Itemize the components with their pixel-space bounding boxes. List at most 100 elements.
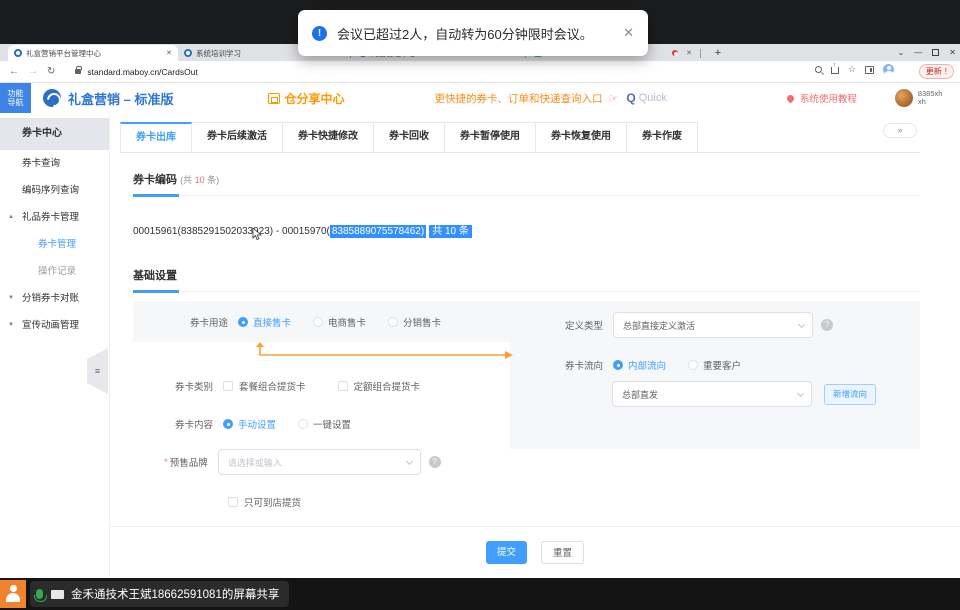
count-open: (共 [180,175,195,185]
reload-icon[interactable]: ↻ [47,66,55,77]
tab-card-suspend[interactable]: 券卡暂停使用 [445,122,536,152]
urlbar-actions: ☆ [815,64,894,75]
sidebar-item-gift-card-management[interactable]: ▲ 礼品券卡管理 [0,204,109,231]
sidebar-item-distribution-reconciliation[interactable]: ▼ 分销券卡对账 [0,285,109,312]
checkbox-store-pickup-only[interactable] [228,497,238,507]
card-content-label: 券卡内容 [175,417,213,431]
address-bar[interactable]: standard.maboy.cn/CardsOut [67,64,757,79]
tab-close-icon[interactable]: ✕ [166,49,172,57]
checkbox-label-package-combo[interactable]: 套餐组合提货卡 [239,379,306,393]
sidebar-item-label: 宣传动画管理 [22,320,79,331]
screen-share-icon [51,590,64,599]
browser-update-button[interactable]: 更新 ! [919,64,954,79]
define-type-select[interactable]: 总部直接定义激活 [613,312,813,338]
sidebar-item-code-sequence-query[interactable]: 编码序列查询 [0,177,109,204]
new-tab-button[interactable]: + [711,46,725,60]
define-type-label: 定义类型 [565,318,603,332]
user-avatar[interactable] [895,89,913,107]
sidebar-collapse-handle[interactable]: ≡ [87,348,108,394]
bookmark-star-icon[interactable]: ☆ [848,64,856,75]
sidebar-item-card-query[interactable]: 券卡查询 [0,150,109,177]
presale-brand-select[interactable]: 请选择或输入 [218,449,421,475]
radio-label-direct-sale[interactable]: 直接售卡 [253,315,291,329]
card-category-label: 券卡类别 [175,379,213,393]
hamburger-icon: ≡ [95,366,100,376]
help-icon[interactable]: ? [429,456,441,468]
app-page: 功能 导航 礼盒营销 – 标准版 仓分享中心 更快捷的券卡、订单和快递查询入口 … [0,83,960,578]
checkbox-fixed-combo-card[interactable] [338,381,348,391]
browser-tab-title: 礼盒营销平台管理中心 [26,48,162,59]
code-count-badge: 共 10 条 [429,225,472,238]
checkbox-label-fixed-combo[interactable]: 定额组合提货卡 [354,379,421,393]
sidebar-item-card-management[interactable]: 券卡管理 [0,231,109,258]
presale-brand-label: 预售品牌 [170,455,208,469]
chevron-down-icon [797,390,804,397]
add-flow-button[interactable]: 新增流向 [824,384,876,405]
tab-card-recycle[interactable]: 券卡回收 [374,122,445,152]
participant-icon[interactable] [0,580,26,608]
radio-distribution-sale[interactable] [388,317,398,327]
submit-button[interactable]: 提交 [486,541,527,564]
window-close-icon[interactable]: ✕ [949,48,956,57]
sidebar-item-promo-animation[interactable]: ▼ 宣传动画管理 [0,312,109,339]
lock-icon [75,69,81,74]
radio-label-important-customer[interactable]: 重要客户 [703,358,741,372]
screen-share-bar: 金禾通技术王斌18662591081的屏幕共享 [0,578,960,610]
app-logo-icon [43,89,61,107]
minimize-icon[interactable]: — [914,48,922,57]
sidebar-item-operation-log[interactable]: 操作记录 [0,258,109,285]
maximize-icon[interactable] [932,49,939,56]
warehouse-share-center-link[interactable]: 仓分享中心 [268,90,344,107]
browser-tab-1[interactable]: 礼盒营销平台管理中心 ✕ [8,45,178,61]
radio-label-one-click-setting[interactable]: 一键设置 [313,417,351,431]
quick-search-icon[interactable]: Q [626,91,635,105]
reset-button[interactable]: 重置 [541,541,584,564]
radio-internal-flow[interactable] [613,360,623,370]
zoom-icon[interactable] [815,66,822,73]
tab-divider [700,49,701,58]
radio-direct-sale[interactable] [238,317,248,327]
radio-label-manual-setting[interactable]: 手动设置 [238,417,276,431]
radio-label-ecommerce-sale[interactable]: 电商售卡 [328,315,366,329]
toast-close-icon[interactable]: ✕ [623,25,634,41]
info-icon: ! [312,26,327,41]
microphone-icon[interactable] [36,589,43,599]
card-flow-label: 券卡流向 [565,358,603,372]
tab-card-resume[interactable]: 券卡恢复使用 [536,122,627,152]
radio-important-customer[interactable] [688,360,698,370]
card-flow-select[interactable]: 总部直发 [612,381,812,407]
tab-card-later-activation[interactable]: 券卡后续激活 [192,122,283,152]
sidebar-item-label: 分销券卡对账 [22,293,79,304]
radio-ecommerce-sale[interactable] [313,317,323,327]
back-icon[interactable]: ← [9,66,19,77]
user-name[interactable]: 8385xh xh [918,90,943,107]
chevron-down-icon [406,458,413,465]
tab-card-outbound[interactable]: 券卡出库 [120,122,192,152]
count-value: 10 [195,175,205,185]
warehouse-icon [268,93,280,104]
forward-icon[interactable]: → [28,66,38,77]
flow-connector-arrow [253,342,515,360]
tab-close-icon[interactable]: ✕ [686,49,692,57]
tab-card-void[interactable]: 券卡作废 [627,122,698,152]
checkbox-label-store-pickup-only[interactable]: 只可到店提货 [244,495,301,509]
card-content-row: 券卡内容 手动设置 一键设置 [175,417,373,431]
radio-label-distribution-sale[interactable]: 分销售卡 [403,315,441,329]
tab-card-quick-edit[interactable]: 券卡快捷修改 [283,122,374,152]
share-status-pill: 金禾通技术王斌18662591081的屏幕共享 [30,581,289,607]
radio-manual-setting[interactable] [223,419,233,429]
side-panel-icon[interactable] [865,66,874,74]
tutorial-link[interactable]: 系统使用教程 [800,91,857,105]
radio-label-internal-flow[interactable]: 内部流向 [628,358,666,372]
share-center-label: 仓分享中心 [284,90,344,107]
share-icon[interactable] [831,67,839,74]
function-nav-toggle[interactable]: 功能 导航 [0,83,31,113]
tab-search-icon[interactable]: ⌄ [898,48,905,57]
browser-profile-avatar[interactable] [883,64,894,75]
radio-one-click-setting[interactable] [298,419,308,429]
card-coding-section-title: 券卡编码 (共 10 条) [133,171,920,196]
help-icon[interactable]: ? [821,319,833,331]
panel-collapse-button[interactable]: » [883,123,917,138]
checkbox-package-combo-card[interactable] [223,381,233,391]
quick-label[interactable]: Quick [639,92,667,104]
